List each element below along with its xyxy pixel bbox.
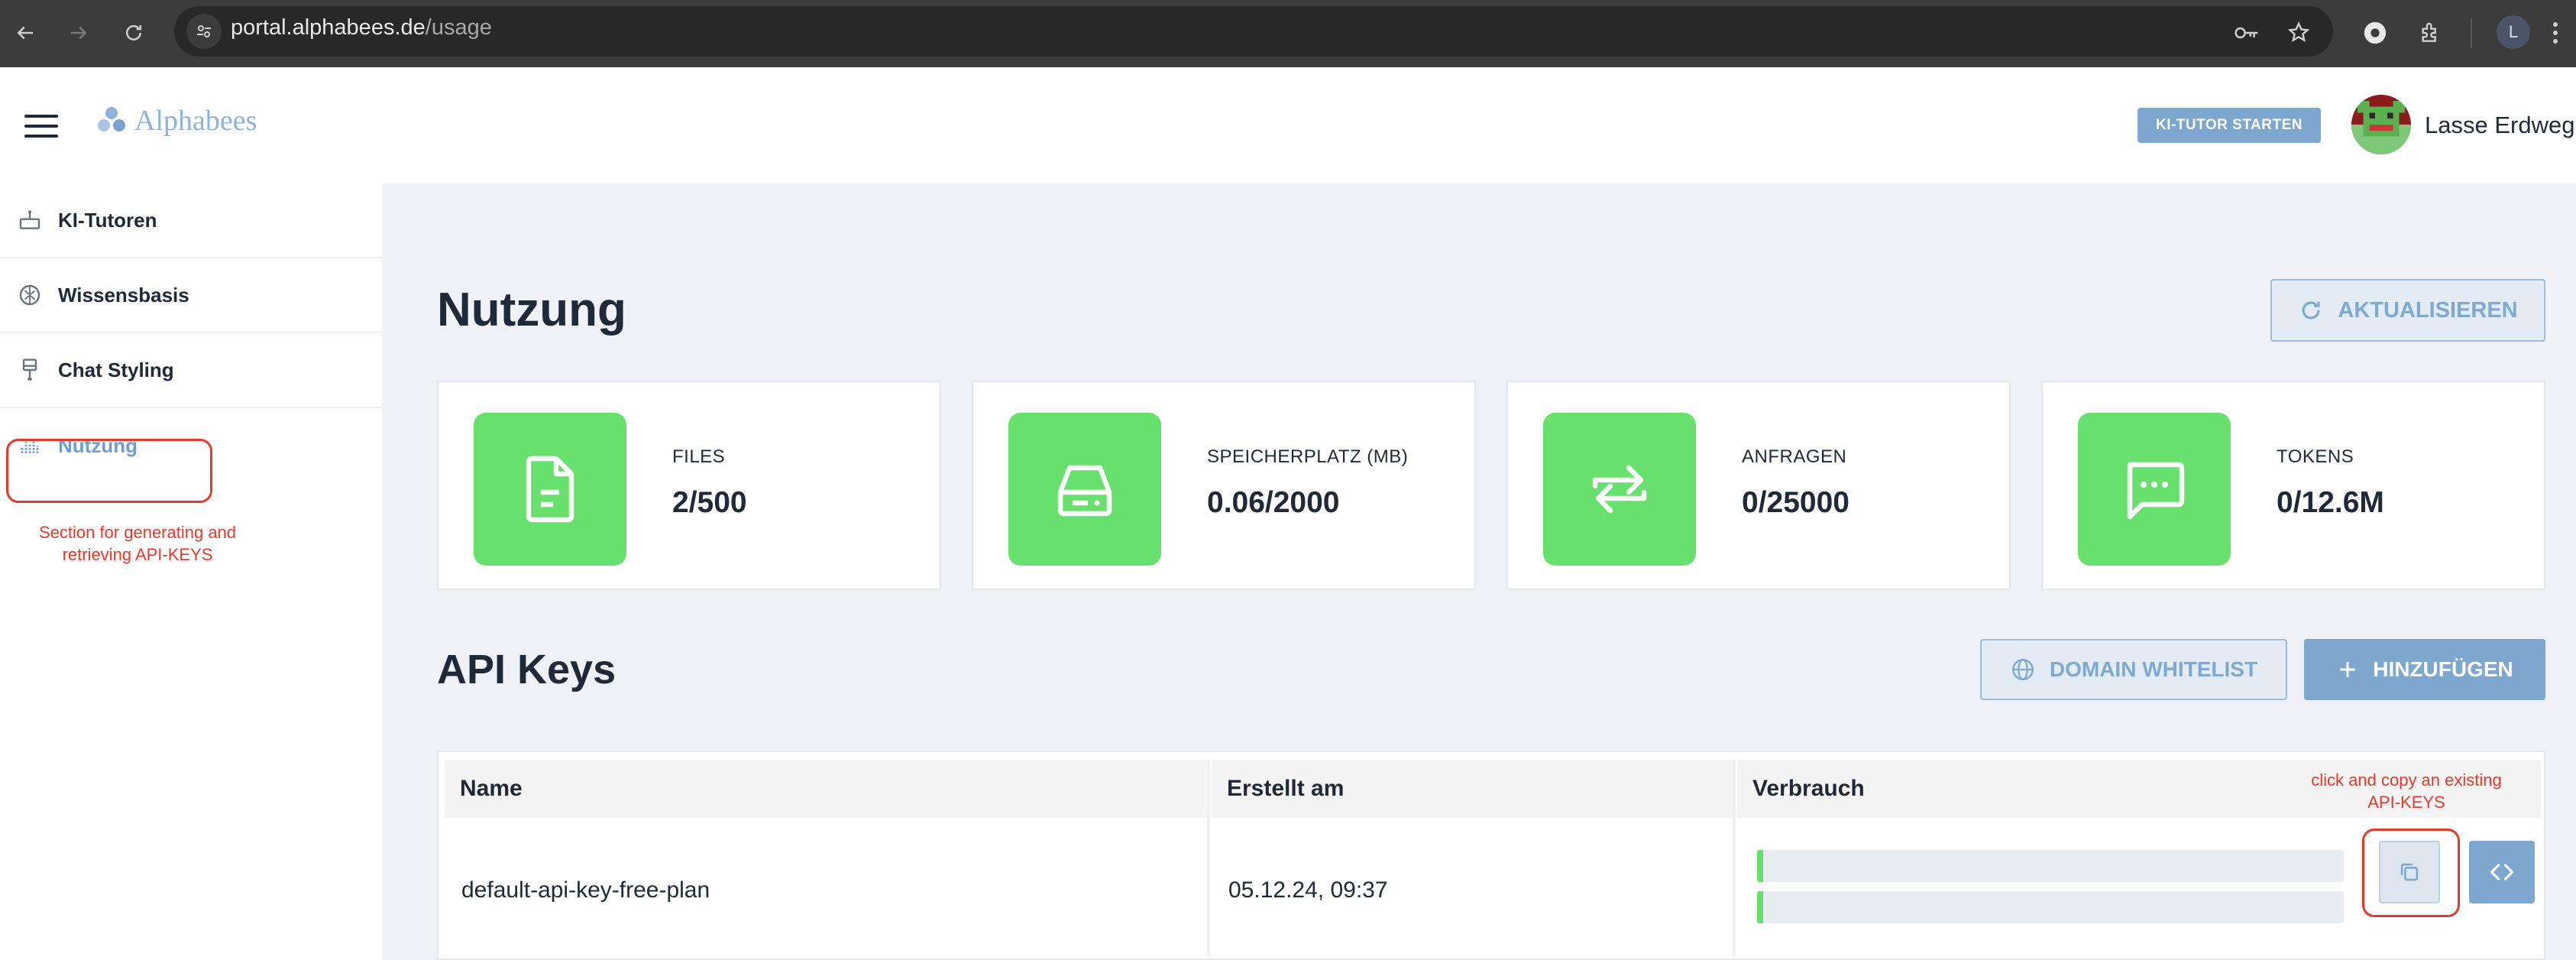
code-icon bbox=[2490, 864, 2514, 881]
refresh-label: AKTUALISIEREN bbox=[2338, 297, 2518, 323]
stat-label: TOKENS bbox=[2277, 446, 2354, 467]
alphabees-logo[interactable]: Alphabees bbox=[96, 104, 257, 138]
column-divider bbox=[1733, 760, 1736, 957]
usage-bar-fill bbox=[1757, 891, 1763, 923]
bookmark-star-icon[interactable] bbox=[2281, 15, 2316, 50]
robot-icon bbox=[17, 207, 43, 233]
api-keys-title: API Keys bbox=[437, 647, 616, 692]
chat-icon bbox=[2078, 413, 2231, 566]
address-bar[interactable] bbox=[174, 6, 2333, 57]
column-divider bbox=[1207, 760, 1210, 957]
sidebar-item-ki-tutoren[interactable]: KI-Tutoren bbox=[0, 183, 382, 258]
usage-bar-fill bbox=[1757, 850, 1763, 882]
api-keys-table: Name Erstellt am Verbrauch default-api-k… bbox=[437, 751, 2545, 960]
sidebar-item-label: KI-Tutoren bbox=[58, 208, 157, 232]
site-settings-icon[interactable] bbox=[186, 14, 222, 49]
hamburger-menu-icon[interactable] bbox=[24, 115, 58, 138]
usage-bar bbox=[1757, 891, 2344, 923]
browser-toolbar: portal.alphabees.de/usage L bbox=[0, 0, 2576, 67]
file-icon bbox=[474, 413, 626, 566]
stat-card-files: FILES 2/500 bbox=[437, 381, 941, 590]
stat-label: ANFRAGEN bbox=[1742, 446, 1847, 467]
refresh-button[interactable]: AKTUALISIEREN bbox=[2270, 279, 2545, 342]
sidebar-item-label: Chat Styling bbox=[58, 358, 174, 381]
forward-icon[interactable] bbox=[61, 15, 96, 50]
api-key-name: default-api-key-free-plan bbox=[461, 877, 710, 903]
toolbar-divider bbox=[2471, 18, 2472, 47]
stat-value: 0/12.6M bbox=[2277, 486, 2384, 519]
user-name[interactable]: Lasse Erdweg bbox=[2425, 112, 2574, 139]
start-tutor-button[interactable]: KI-TUTOR STARTEN bbox=[2137, 108, 2321, 143]
annotation-highlight-copy bbox=[2362, 829, 2460, 917]
annotation-copy-api-keys: click and copy an existing API-KEYS bbox=[2311, 770, 2502, 812]
key-icon[interactable] bbox=[2229, 15, 2264, 50]
plus-icon bbox=[2340, 662, 2356, 677]
domain-whitelist-button[interactable]: DOMAIN WHITELIST bbox=[1980, 639, 2287, 700]
storage-icon bbox=[1008, 413, 1161, 566]
sidebar: KI-Tutoren Wissensbasis Chat Styling Nut… bbox=[0, 183, 382, 960]
browser-menu-icon[interactable] bbox=[2544, 15, 2567, 50]
usage-bar bbox=[1757, 850, 2344, 882]
refresh-icon bbox=[2302, 301, 2320, 319]
stat-card-tokens: TOKENS 0/12.6M bbox=[2041, 381, 2545, 590]
app-header: Alphabees KI-TUTOR STARTEN Lasse Erdweg bbox=[0, 67, 2576, 183]
annotation-highlight-nutzung bbox=[6, 439, 212, 503]
stat-card-storage: SPEICHERPLATZ (MB) 0.06/2000 bbox=[972, 381, 1476, 590]
back-icon[interactable] bbox=[8, 15, 43, 50]
api-key-created: 05.12.24, 09:37 bbox=[1228, 877, 1388, 903]
sidebar-item-chat-styling[interactable]: Chat Styling bbox=[0, 333, 382, 408]
annotation-api-keys-section: Section for generating and retrieving AP… bbox=[38, 523, 237, 564]
honeycomb-logo-icon bbox=[98, 107, 125, 131]
main-content: Nutzung AKTUALISIEREN FILES 2/500 SPEICH… bbox=[382, 183, 2576, 960]
stat-value: 0.06/2000 bbox=[1207, 486, 1340, 519]
add-api-key-button[interactable]: HINZUFÜGEN bbox=[2304, 639, 2545, 700]
stat-label: FILES bbox=[672, 446, 726, 467]
embed-code-button[interactable] bbox=[2469, 841, 2535, 903]
user-avatar[interactable] bbox=[2351, 95, 2411, 154]
globe-icon bbox=[2011, 658, 2034, 681]
add-api-key-label: HINZUFÜGEN bbox=[2373, 657, 2513, 681]
url-text: portal.alphabees.de/usage bbox=[231, 15, 492, 40]
brush-icon bbox=[17, 357, 43, 383]
profile-avatar[interactable]: L bbox=[2497, 15, 2530, 49]
column-header-name[interactable]: Name bbox=[445, 760, 1209, 818]
domain-whitelist-label: DOMAIN WHITELIST bbox=[2049, 657, 2258, 681]
extension-shield-icon[interactable] bbox=[2358, 15, 2393, 50]
extensions-puzzle-icon[interactable] bbox=[2413, 15, 2448, 50]
page-title: Nutzung bbox=[437, 284, 626, 336]
repeat-icon bbox=[1543, 413, 1696, 566]
stat-value: 0/25000 bbox=[1742, 486, 1849, 519]
sidebar-item-label: Wissensbasis bbox=[58, 283, 189, 306]
stat-label: SPEICHERPLATZ (MB) bbox=[1207, 446, 1409, 467]
column-header-created[interactable]: Erstellt am bbox=[1212, 760, 1734, 818]
sidebar-item-wissensbasis[interactable]: Wissensbasis bbox=[0, 258, 382, 333]
brain-icon bbox=[17, 282, 43, 308]
stat-card-requests: ANFRAGEN 0/25000 bbox=[1506, 381, 2011, 590]
reload-icon[interactable] bbox=[116, 15, 151, 50]
logo-text: Alphabees bbox=[134, 105, 257, 137]
stat-value: 2/500 bbox=[672, 486, 747, 519]
